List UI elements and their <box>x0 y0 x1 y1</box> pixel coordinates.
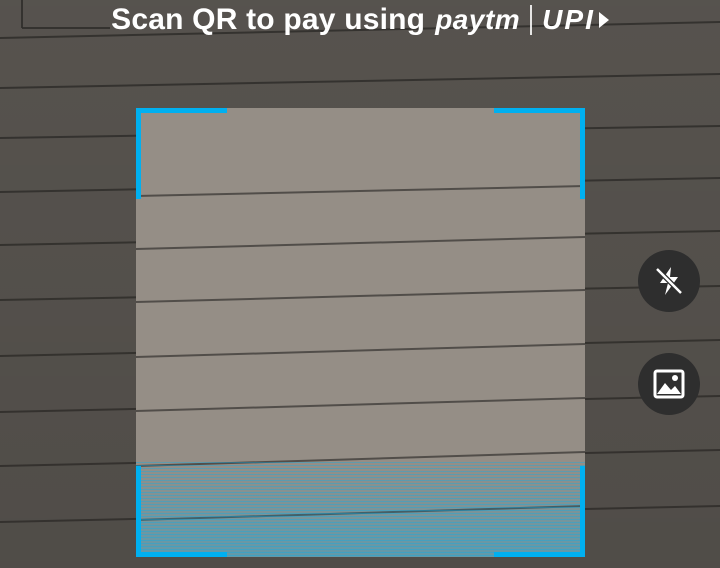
upi-logo-text: UPI <box>542 4 595 35</box>
gallery-button[interactable] <box>638 353 700 415</box>
scan-frame-corner-top-left <box>136 108 227 199</box>
upi-arrow-icon <box>598 12 609 28</box>
header-divider <box>530 5 533 35</box>
qr-scan-window <box>136 108 585 557</box>
gallery-icon <box>653 369 685 399</box>
flash-off-icon <box>655 267 683 295</box>
scan-header: Scan QR to pay using paytm UPI <box>0 0 720 40</box>
paytm-logo: paytm <box>435 4 521 35</box>
scan-frame-corner-bottom-right <box>494 466 585 557</box>
upi-logo: UPI <box>542 4 609 36</box>
scan-frame-corner-top-right <box>494 108 585 199</box>
header-title: Scan QR to pay using <box>111 3 426 36</box>
scan-frame-corner-bottom-left <box>136 466 227 557</box>
flash-toggle-button[interactable] <box>638 250 700 312</box>
